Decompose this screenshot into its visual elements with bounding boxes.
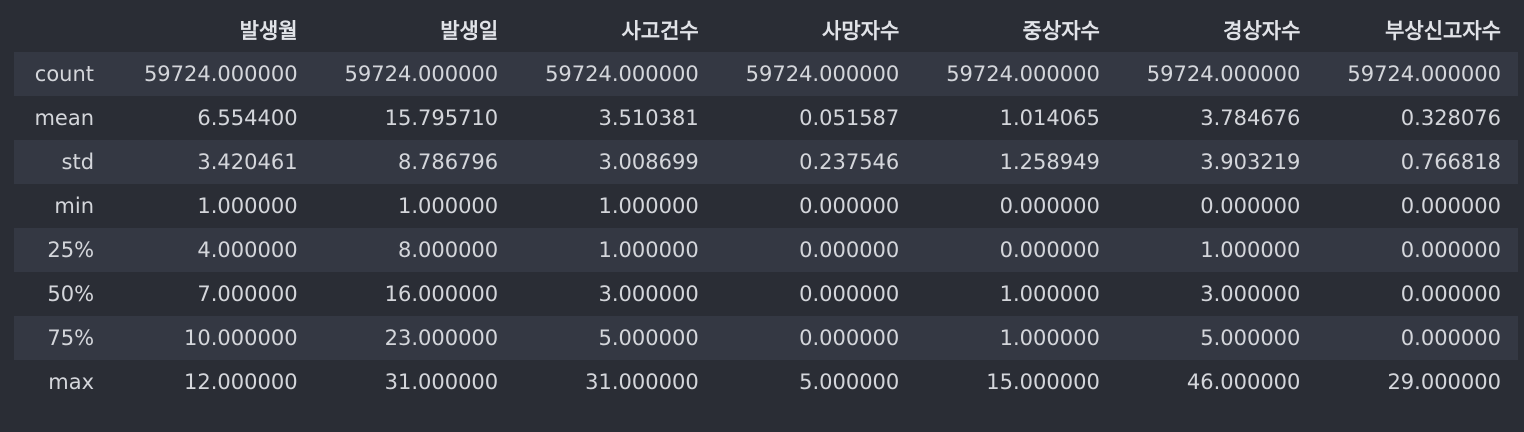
column-header: 발생월 [114,8,315,52]
row-index: 75% [14,316,115,360]
table-cell: 3.510381 [515,96,716,140]
cell-output-area: 발생월 발생일 사고건수 사망자수 중상자수 경상자수 부상신고자수 count… [14,8,1518,404]
table-cell: 59724.000000 [1116,52,1318,96]
table-cell: 29.000000 [1317,360,1518,404]
table-cell: 1.014065 [916,96,1117,140]
table-cell: 3.784676 [1116,96,1318,140]
describe-table: 발생월 발생일 사고건수 사망자수 중상자수 경상자수 부상신고자수 count… [14,8,1518,404]
table-header: 발생월 발생일 사고건수 사망자수 중상자수 경상자수 부상신고자수 [14,8,1518,52]
table-cell: 5.000000 [1116,316,1318,360]
table-cell: 31.000000 [515,360,716,404]
table-cell: 59724.000000 [715,52,917,96]
table-cell: 5.000000 [515,316,716,360]
table-row: max 12.000000 31.000000 31.000000 5.0000… [14,360,1518,404]
table-cell: 3.420461 [114,140,315,184]
row-index: mean [14,96,115,140]
table-cell: 0.000000 [715,184,917,228]
table-cell: 1.000000 [515,228,716,272]
table-cell: 0.000000 [715,272,917,316]
table-cell: 3.000000 [515,272,716,316]
table-cell: 1.000000 [1116,228,1318,272]
table-cell: 4.000000 [114,228,315,272]
table-cell: 0.000000 [1317,184,1518,228]
table-cell: 0.000000 [715,316,917,360]
table-body: count 59724.000000 59724.000000 59724.00… [14,52,1518,404]
table-row: count 59724.000000 59724.000000 59724.00… [14,52,1518,96]
row-index: 25% [14,228,115,272]
table-cell: 16.000000 [314,272,516,316]
table-cell: 7.000000 [114,272,315,316]
row-index: 50% [14,272,115,316]
table-cell: 0.000000 [916,184,1117,228]
table-cell: 5.000000 [715,360,917,404]
table-row: 50% 7.000000 16.000000 3.000000 0.000000… [14,272,1518,316]
table-cell: 0.000000 [1116,184,1318,228]
table-cell: 1.258949 [916,140,1117,184]
row-index: count [14,52,115,96]
column-header: 경상자수 [1116,8,1318,52]
table-cell: 15.000000 [916,360,1117,404]
table-cell: 3.903219 [1116,140,1318,184]
table-cell: 31.000000 [314,360,516,404]
table-row: mean 6.554400 15.795710 3.510381 0.05158… [14,96,1518,140]
header-row: 발생월 발생일 사고건수 사망자수 중상자수 경상자수 부상신고자수 [14,8,1518,52]
column-header: 사망자수 [715,8,917,52]
table-cell: 1.000000 [114,184,315,228]
column-header: 중상자수 [916,8,1117,52]
table-cell: 1.000000 [916,272,1117,316]
table-cell: 0.000000 [715,228,917,272]
table-cell: 59724.000000 [314,52,516,96]
table-cell: 0.051587 [715,96,917,140]
column-header: 발생일 [314,8,516,52]
table-cell: 0.766818 [1317,140,1518,184]
table-cell: 12.000000 [114,360,315,404]
table-cell: 23.000000 [314,316,516,360]
table-cell: 59724.000000 [916,52,1117,96]
row-index: min [14,184,115,228]
table-cell: 59724.000000 [114,52,315,96]
table-row: 25% 4.000000 8.000000 1.000000 0.000000 … [14,228,1518,272]
column-header: 부상신고자수 [1317,8,1518,52]
column-header: 사고건수 [515,8,716,52]
row-index: max [14,360,115,404]
table-row: min 1.000000 1.000000 1.000000 0.000000 … [14,184,1518,228]
table-cell: 10.000000 [114,316,315,360]
table-cell: 0.000000 [1317,316,1518,360]
table-cell: 1.000000 [314,184,516,228]
index-header-cell [14,8,115,52]
table-cell: 1.000000 [515,184,716,228]
table-cell: 59724.000000 [515,52,716,96]
table-cell: 3.008699 [515,140,716,184]
table-row: std 3.420461 8.786796 3.008699 0.237546 … [14,140,1518,184]
table-cell: 0.328076 [1317,96,1518,140]
table-row: 75% 10.000000 23.000000 5.000000 0.00000… [14,316,1518,360]
table-cell: 3.000000 [1116,272,1318,316]
table-cell: 6.554400 [114,96,315,140]
table-cell: 0.000000 [1317,272,1518,316]
table-cell: 0.237546 [715,140,917,184]
table-cell: 1.000000 [916,316,1117,360]
table-cell: 8.000000 [314,228,516,272]
row-index: std [14,140,115,184]
table-cell: 59724.000000 [1317,52,1518,96]
table-cell: 46.000000 [1116,360,1318,404]
table-cell: 15.795710 [314,96,516,140]
table-cell: 0.000000 [1317,228,1518,272]
table-cell: 8.786796 [314,140,516,184]
table-cell: 0.000000 [916,228,1117,272]
